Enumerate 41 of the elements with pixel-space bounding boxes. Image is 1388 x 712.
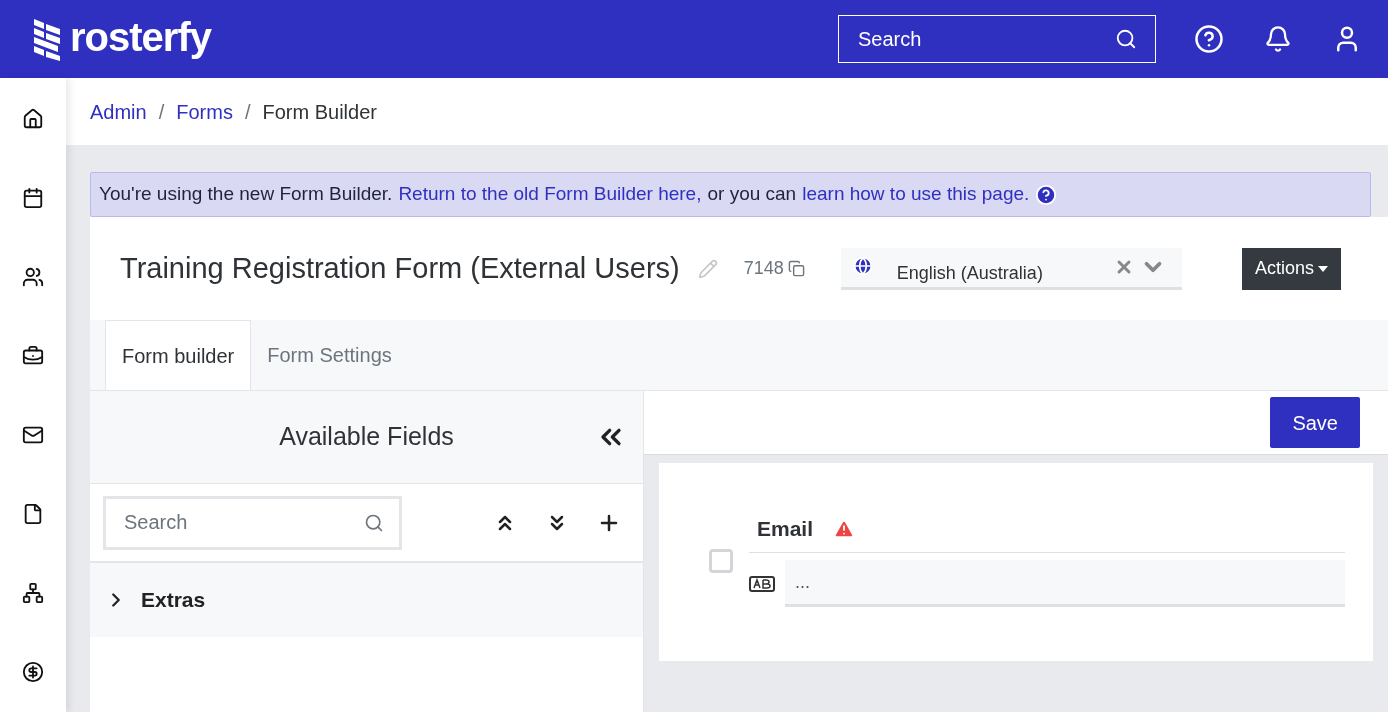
tab[interactable]: Form builder	[105, 320, 252, 390]
panel-title: Available Fields	[279, 421, 454, 453]
breadcrumb-link[interactable]: Forms	[176, 96, 233, 127]
banner-link[interactable]: learn how to use this page.	[802, 180, 1030, 209]
dollar-icon[interactable]	[22, 660, 44, 683]
network-icon[interactable]	[22, 581, 44, 604]
home-icon[interactable]	[22, 107, 44, 130]
calendar-icon[interactable]	[22, 186, 44, 209]
breadcrumb-separator: /	[158, 99, 165, 125]
logo-icon	[32, 17, 62, 61]
banner-text: or you can	[707, 182, 797, 207]
tab[interactable]: Form Settings	[251, 320, 408, 390]
actions-button[interactable]: Actions	[1241, 247, 1341, 290]
form-title: Training Registration Form (External Users)	[120, 250, 680, 286]
checkbox[interactable]	[709, 549, 733, 573]
bell-icon[interactable]	[1264, 25, 1292, 53]
caret-icon	[1318, 265, 1328, 272]
document-icon[interactable]	[22, 502, 44, 525]
breadcrumb-current: Form Builder	[262, 99, 377, 125]
search-icon	[364, 512, 384, 533]
globe-icon	[852, 255, 873, 276]
field-label: Email	[756, 515, 814, 542]
help-icon[interactable]	[1194, 24, 1224, 54]
language-value: English (Australia)	[896, 261, 1044, 285]
field-preview[interactable]: ...	[785, 560, 1345, 607]
people-icon[interactable]	[22, 265, 44, 288]
search-icon	[1115, 28, 1137, 50]
breadcrumb-link[interactable]: Admin	[90, 96, 147, 127]
save-button[interactable]: Save	[1270, 397, 1360, 448]
search-field[interactable]: Search	[103, 495, 402, 550]
logo-wordmark: rosterfy	[70, 17, 211, 57]
banner-link[interactable]: Return to the old Form Builder here,	[398, 180, 702, 209]
breadcrumb-separator: /	[244, 99, 251, 125]
field-group[interactable]: Extras	[90, 563, 643, 637]
text-field-icon	[749, 575, 775, 592]
help-icon[interactable]	[1035, 183, 1058, 206]
copy-icon[interactable]	[787, 260, 805, 277]
briefcase-icon[interactable]	[22, 344, 44, 367]
language-select[interactable]: English (Australia)	[840, 247, 1182, 290]
banner-text: You're using the new Form Builder.	[99, 182, 393, 207]
form-id: 7148	[743, 257, 784, 280]
